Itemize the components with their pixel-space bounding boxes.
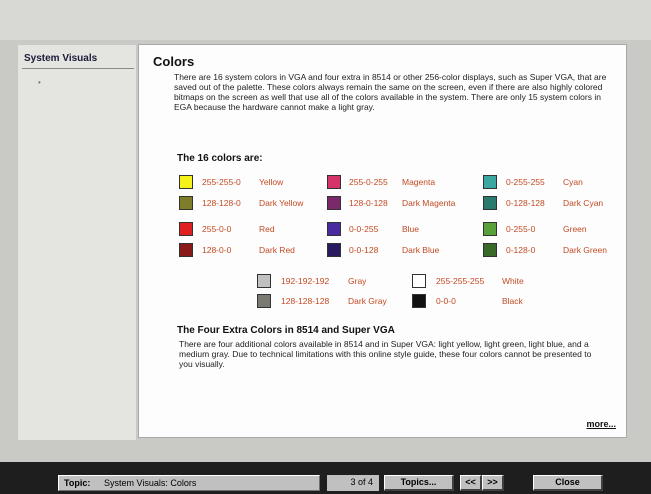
color-name: Dark Cyan (563, 198, 604, 208)
color-name: Magenta (402, 177, 436, 187)
color-swatch-dark-green (483, 243, 497, 257)
color-swatch-red (179, 222, 193, 236)
sidebar-divider (22, 68, 134, 69)
color-swatch-gray (257, 274, 271, 288)
color-name: White (502, 276, 524, 286)
color-swatch-dark-gray (257, 294, 271, 308)
color-value: 0-255-255 (506, 177, 545, 187)
color-name: Yellow (259, 177, 284, 187)
color-value: 192-192-192 (281, 276, 330, 286)
color-name: Dark Yellow (259, 198, 304, 208)
window-top-band (0, 0, 651, 40)
sidebar: System Visuals • (18, 45, 136, 440)
color-name: Blue (402, 224, 420, 234)
color-swatch-yellow (179, 175, 193, 189)
topic-label: Topic: (64, 478, 91, 488)
color-swatch-cyan (483, 175, 497, 189)
bullet-icon: • (38, 78, 41, 87)
color-swatch-blue (327, 222, 341, 236)
color-value: 0-0-128 (349, 245, 379, 255)
color-swatch-dark-yellow (179, 196, 193, 210)
color-swatch-magenta (327, 175, 341, 189)
color-value: 0-128-128 (506, 198, 545, 208)
color-name: Gray (348, 276, 367, 286)
color-swatch-dark-cyan (483, 196, 497, 210)
color-value: 128-128-128 (281, 296, 330, 306)
color-name: Cyan (563, 177, 583, 187)
help-content-panel: Colors There are 16 system colors in VGA… (138, 44, 627, 438)
extra-colors-heading: The Four Extra Colors in 8514 and Super … (177, 325, 395, 336)
color-name: Dark Blue (402, 245, 440, 255)
more-link[interactable]: more... (586, 419, 616, 429)
color-swatch-white (412, 274, 426, 288)
color-value: 255-0-0 (202, 224, 232, 234)
color-value: 255-255-0 (202, 177, 241, 187)
page-title: Colors (153, 54, 195, 69)
sidebar-title: System Visuals (24, 53, 98, 64)
topic-field: Topic: System Visuals: Colors (58, 475, 320, 491)
color-value: 128-0-128 (349, 198, 388, 208)
color-name: Dark Magenta (402, 198, 456, 208)
color-value: 255-0-255 (349, 177, 388, 187)
intro-paragraph: There are 16 system colors in VGA and fo… (174, 72, 607, 112)
color-swatch-dark-magenta (327, 196, 341, 210)
topics-button[interactable]: Topics... (384, 475, 454, 491)
close-button[interactable]: Close (533, 475, 603, 491)
color-swatch-dark-red (179, 243, 193, 257)
color-value: 255-255-255 (436, 276, 485, 286)
color-swatch-green (483, 222, 497, 236)
color-value: 0-0-255 (349, 224, 379, 234)
color-value: 0-0-0 (436, 296, 456, 306)
next-button[interactable]: >> (482, 475, 504, 491)
color-value: 128-128-0 (202, 198, 241, 208)
color-value: 0-128-0 (506, 245, 536, 255)
color-value: 128-0-0 (202, 245, 232, 255)
color-swatch-dark-blue (327, 243, 341, 257)
color-name: Green (563, 224, 587, 234)
previous-button[interactable]: << (460, 475, 482, 491)
topic-value: System Visuals: Colors (104, 478, 197, 488)
extra-colors-paragraph: There are four additional colors availab… (179, 339, 592, 369)
color-name: Dark Red (259, 245, 295, 255)
page-count: 3 of 4 (327, 475, 379, 491)
color-name: Dark Green (563, 245, 607, 255)
color-name: Black (502, 296, 523, 306)
color-value: 0-255-0 (506, 224, 536, 234)
colors-heading: The 16 colors are: (177, 153, 263, 164)
color-swatch-black (412, 294, 426, 308)
color-name: Red (259, 224, 275, 234)
color-name: Dark Gray (348, 296, 387, 306)
